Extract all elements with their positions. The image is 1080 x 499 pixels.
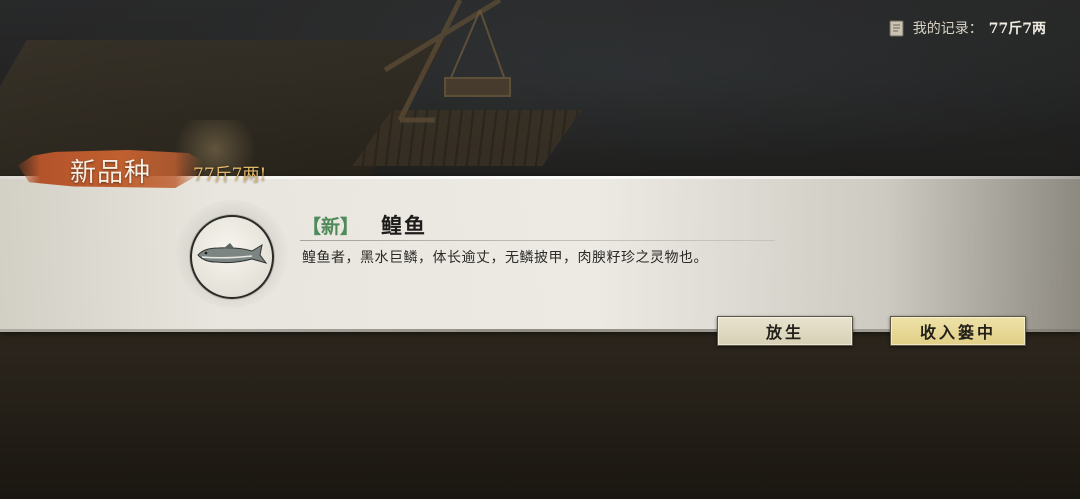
fish-description: 鳇鱼者，黑水巨鳞，体长逾丈，无鳞披甲，肉腴籽珍之灵物也。: [302, 250, 708, 266]
record-value: 77斤7两: [988, 21, 1046, 37]
scroll-book-icon: [889, 20, 904, 37]
new-marker: 【新】: [302, 216, 360, 238]
release-button[interactable]: 放生: [717, 316, 853, 346]
record-label: 我的记录：: [912, 21, 983, 37]
fishing-crane-scenery: [383, 0, 511, 123]
sturgeon-fish-icon: [197, 243, 268, 264]
game-scene: 我的记录： 77斤7两 新品种 77斤7两! 【新】 鳇鱼 鳇鱼者，黑水巨鳞，体…: [0, 0, 1080, 499]
new-species-tag: 新品种: [18, 146, 203, 192]
catch-weight: 77斤7两!: [193, 165, 267, 185]
personal-record: 我的记录： 77斤7两: [887, 18, 1046, 38]
ground-background: [0, 330, 1080, 499]
fish-portrait: [190, 215, 274, 299]
keep-in-basket-button[interactable]: 收入篓中: [890, 316, 1026, 346]
new-species-label: 新品种: [70, 158, 152, 188]
fish-title: 【新】 鳇鱼: [302, 210, 427, 240]
fish-name: 鳇鱼: [381, 213, 428, 238]
title-divider: [300, 240, 775, 241]
